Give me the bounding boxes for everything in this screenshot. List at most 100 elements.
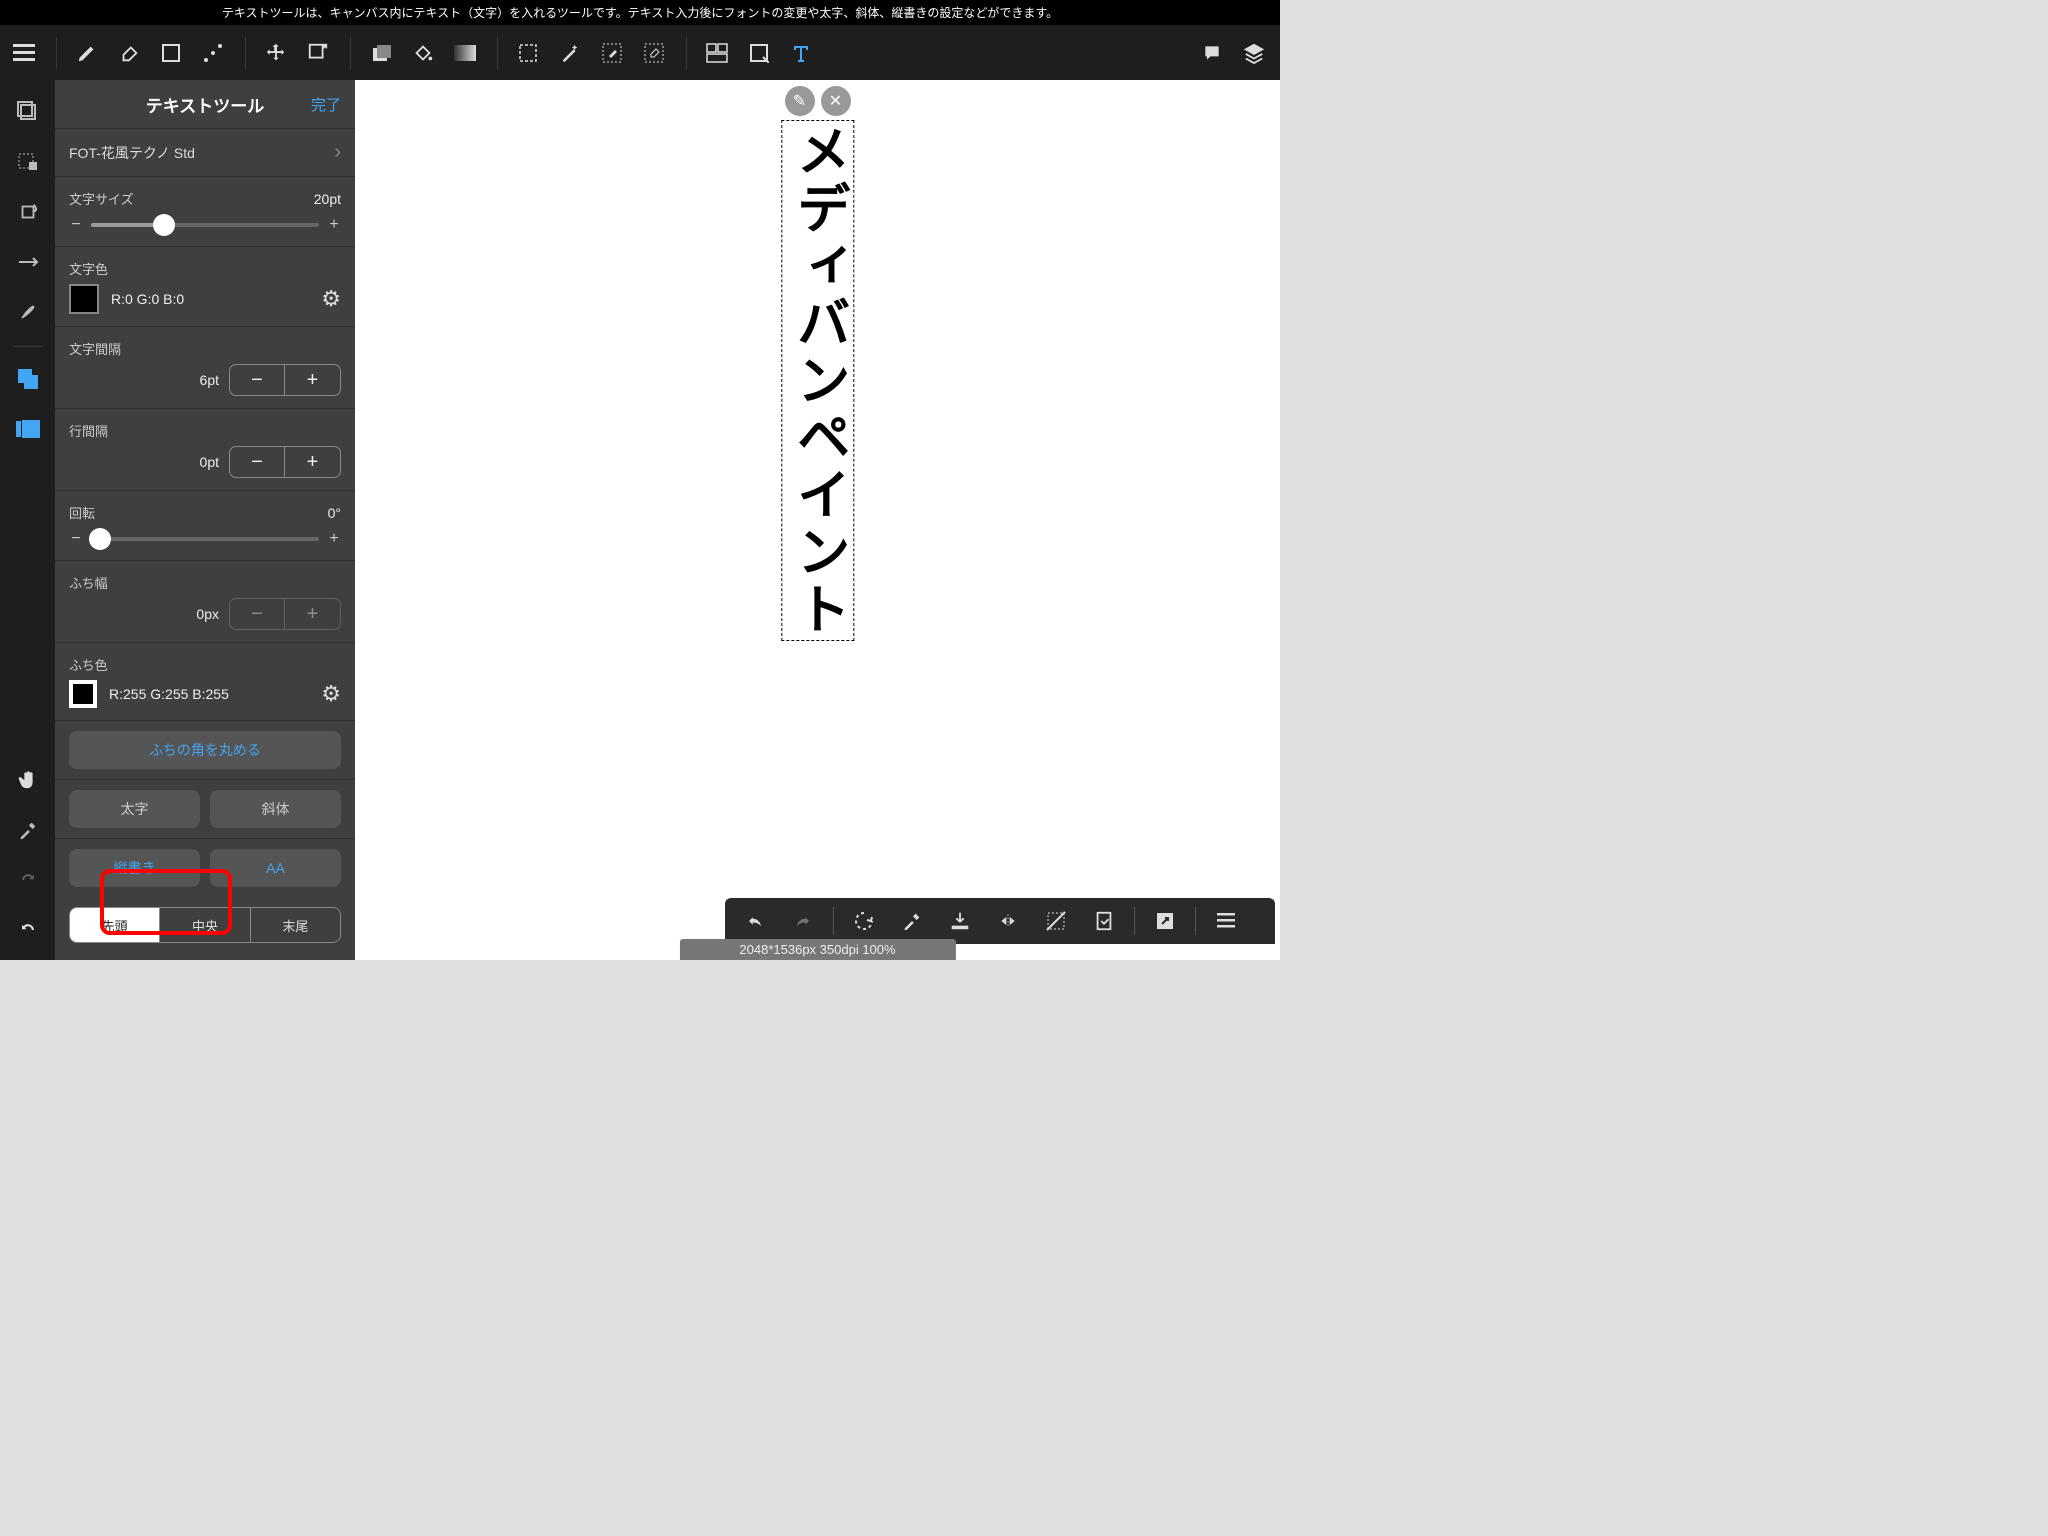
left-rail — [0, 80, 55, 960]
char-spacing-label: 文字間隔 — [69, 342, 121, 357]
brush-settings-icon[interactable] — [8, 292, 48, 332]
fill-tool-icon[interactable] — [361, 33, 401, 73]
shape-tool-icon[interactable] — [151, 33, 191, 73]
rotate-canvas-icon[interactable] — [8, 192, 48, 232]
select-erase-icon[interactable] — [634, 33, 674, 73]
rotate-icon[interactable] — [842, 901, 886, 941]
canvas-area[interactable]: ✎ ✕ メディバンペイント 2048*1536px 350dpi 100% — [355, 80, 1280, 960]
more-icon[interactable] — [1204, 901, 1248, 941]
layers-icon[interactable] — [1234, 33, 1274, 73]
gear-icon[interactable]: ⚙ — [321, 681, 341, 707]
menu-icon[interactable] — [4, 33, 44, 73]
font-size-slider[interactable]: − + — [69, 216, 341, 234]
align-head-button[interactable]: 先頭 — [70, 908, 160, 942]
rotation-value: 0° — [328, 505, 341, 521]
edge-color-swatch[interactable] — [69, 680, 97, 708]
font-size-value: 20pt — [314, 191, 341, 207]
align-end-button[interactable]: 末尾 — [251, 908, 340, 942]
text-tool-panel: テキストツール 完了 FOT-花風テクノ Std › 文字サイズ 20pt − … — [55, 80, 355, 960]
bucket-tool-icon[interactable] — [403, 33, 443, 73]
text-color-row: 文字色 R:0 G:0 B:0 ⚙ — [55, 246, 355, 326]
close-text-button[interactable]: ✕ — [821, 86, 851, 116]
eyedropper-btm-icon[interactable] — [890, 901, 934, 941]
font-name: FOT-花風テクノ Std — [69, 143, 195, 163]
plus-icon[interactable]: + — [327, 216, 341, 234]
writing-buttons-row: 縦書き AA — [55, 838, 355, 897]
plus-icon[interactable]: + — [285, 447, 340, 477]
flip-icon[interactable] — [986, 901, 1030, 941]
color-foreground-icon[interactable] — [8, 359, 48, 399]
vertical-writing-button[interactable]: 縦書き — [69, 849, 200, 887]
plus-icon[interactable]: + — [327, 530, 341, 548]
edge-width-value: 0px — [196, 606, 219, 622]
color-panel-icon[interactable] — [8, 409, 48, 449]
save-icon[interactable] — [938, 901, 982, 941]
expand-icon[interactable] — [1143, 901, 1187, 941]
line-spacing-label: 行間隔 — [69, 424, 108, 439]
edge-color-label: ふち色 — [69, 658, 108, 673]
selection-icon[interactable] — [8, 142, 48, 182]
minus-icon[interactable]: − — [230, 599, 285, 629]
select-rect-icon[interactable] — [508, 33, 548, 73]
align-segmented[interactable]: 先頭 中央 末尾 — [69, 907, 341, 943]
chat-icon[interactable] — [1192, 33, 1232, 73]
text-bounding-box[interactable]: メディバンペイント — [781, 120, 854, 641]
snap-icon[interactable] — [8, 242, 48, 282]
text-color-swatch[interactable] — [69, 284, 99, 314]
rotation-label: 回転 — [69, 503, 95, 522]
status-bar: 2048*1536px 350dpi 100% — [679, 939, 955, 960]
plus-icon[interactable]: + — [285, 599, 340, 629]
minus-icon[interactable]: − — [230, 365, 285, 395]
magic-wand-icon[interactable] — [550, 33, 590, 73]
undo-icon[interactable] — [8, 910, 48, 950]
edge-color-value: R:255 G:255 B:255 — [109, 686, 229, 702]
edge-width-row: ふち幅 0px −+ — [55, 560, 355, 642]
minus-icon[interactable]: − — [69, 530, 83, 548]
transform-tool-icon[interactable] — [298, 33, 338, 73]
eyedropper-icon[interactable] — [8, 810, 48, 850]
move-tool-icon[interactable] — [256, 33, 296, 73]
edit-text-button[interactable]: ✎ — [785, 86, 815, 116]
select-pen-icon[interactable] — [592, 33, 632, 73]
line-spacing-value: 0pt — [200, 454, 219, 470]
done-button[interactable]: 完了 — [311, 94, 341, 115]
rotation-slider[interactable]: − + — [69, 530, 341, 548]
aa-button[interactable]: AA — [210, 849, 341, 887]
redo-button[interactable] — [781, 901, 825, 941]
align-center-button[interactable]: 中央 — [160, 908, 250, 942]
line-spacing-stepper[interactable]: −+ — [229, 446, 341, 478]
text-color-label: 文字色 — [69, 262, 108, 277]
font-selector-row[interactable]: FOT-花風テクノ Std › — [55, 128, 355, 176]
brush-tool-icon[interactable] — [67, 33, 107, 73]
bold-button[interactable]: 太字 — [69, 790, 200, 828]
text-float-buttons: ✎ ✕ — [785, 86, 851, 116]
rotation-row: 回転 0° − + — [55, 490, 355, 560]
round-corner-row: ふちの角を丸める — [55, 720, 355, 779]
round-corner-button[interactable]: ふちの角を丸める — [69, 731, 341, 769]
edge-width-stepper[interactable]: −+ — [229, 598, 341, 630]
paste-icon[interactable] — [1082, 901, 1126, 941]
eraser-tool-icon[interactable] — [109, 33, 149, 73]
hand-tool-icon[interactable] — [8, 760, 48, 800]
plus-icon[interactable]: + — [285, 365, 340, 395]
undo-button[interactable] — [733, 901, 777, 941]
deselect-icon[interactable] — [1034, 901, 1078, 941]
main-toolbar — [0, 25, 1280, 80]
chevron-right-icon: › — [334, 141, 341, 164]
char-spacing-value: 6pt — [200, 372, 219, 388]
char-spacing-stepper[interactable]: −+ — [229, 364, 341, 396]
minus-icon[interactable]: − — [69, 216, 83, 234]
panel-title: テキストツール — [146, 92, 265, 117]
redo-icon[interactable] — [8, 860, 48, 900]
text-tool-icon[interactable] — [781, 33, 821, 73]
operation-tool-icon[interactable] — [739, 33, 779, 73]
tip-bar: テキストツールは、キャンバス内にテキスト（文字）を入れるツールです。テキスト入力… — [0, 0, 1280, 25]
minus-icon[interactable]: − — [230, 447, 285, 477]
gradient-tool-icon[interactable] — [445, 33, 485, 73]
fullscreen-icon[interactable] — [8, 92, 48, 132]
italic-button[interactable]: 斜体 — [210, 790, 341, 828]
gear-icon[interactable]: ⚙ — [321, 286, 341, 312]
dot-tool-icon[interactable] — [193, 33, 233, 73]
panel-tool-icon[interactable] — [697, 33, 737, 73]
style-buttons-row: 太字 斜体 — [55, 779, 355, 838]
